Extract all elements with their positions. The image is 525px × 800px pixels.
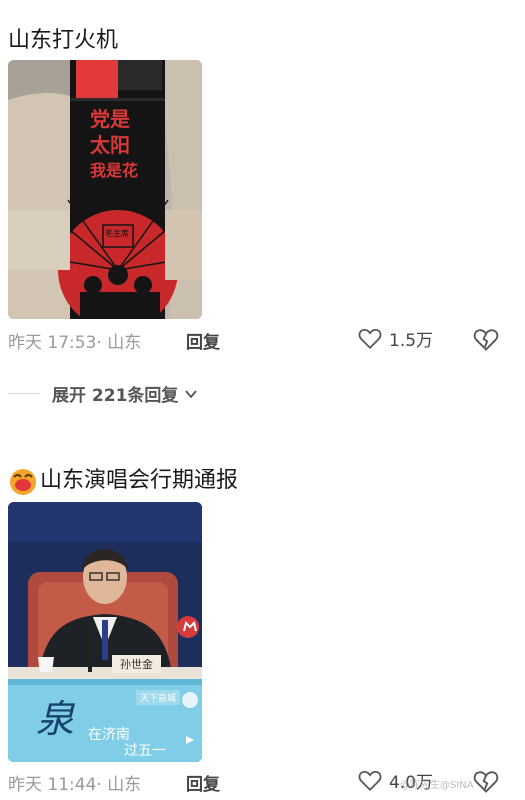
- watermark: @陈先生@SINA: [400, 780, 474, 791]
- comment-title-text: 山东演唱会行期通报: [40, 468, 239, 493]
- comment-location: 山东: [107, 333, 142, 353]
- lighter-text-2: 太阳: [90, 133, 130, 157]
- lighter-photo: [8, 60, 202, 319]
- smile-emoji-icon: [10, 469, 36, 495]
- like-count: 1.5万: [389, 330, 434, 351]
- comment-title: 山东演唱会行期通报: [8, 466, 238, 496]
- chevron-down-icon: [185, 389, 198, 398]
- reply-button[interactable]: 回复: [186, 328, 220, 353]
- nameplate: 孙世金: [112, 655, 161, 673]
- comment-time: 昨天 17:53: [8, 333, 97, 353]
- banner-character: 泉: [36, 697, 75, 741]
- comment-image-conference[interactable]: 孙世金 泉 在济南 过五一 天下泉城: [8, 502, 202, 762]
- banner-logo: 天下泉城: [136, 690, 181, 705]
- like-button[interactable]: 1.5万: [357, 325, 433, 351]
- dislike-icon[interactable]: [472, 767, 500, 795]
- expand-label: 展开 221条回复: [52, 386, 179, 406]
- reply-button[interactable]: 回复: [186, 770, 220, 795]
- heart-icon: [358, 771, 382, 791]
- comment-time: 昨天 11:44: [8, 775, 97, 795]
- banner-text-2: 过五一: [124, 743, 166, 759]
- comment-meta: 昨天 11:44· 山东: [8, 775, 142, 795]
- comment-title: 山东打火机: [8, 28, 119, 53]
- comment-image-lighter[interactable]: 党是 太阳 我是花 毛主席: [8, 60, 202, 319]
- lighter-text-3: 我是花: [90, 161, 139, 180]
- comment-meta: 昨天 17:53· 山东: [8, 333, 142, 353]
- expand-replies[interactable]: 展开 221条回复: [8, 381, 198, 406]
- comment-location: 山东: [107, 775, 142, 795]
- divider-line: [8, 393, 40, 394]
- lighter-badge: 毛主席: [105, 229, 129, 238]
- dislike-icon[interactable]: [472, 325, 500, 353]
- heart-icon: [358, 329, 382, 349]
- lighter-text-1: 党是: [90, 107, 130, 131]
